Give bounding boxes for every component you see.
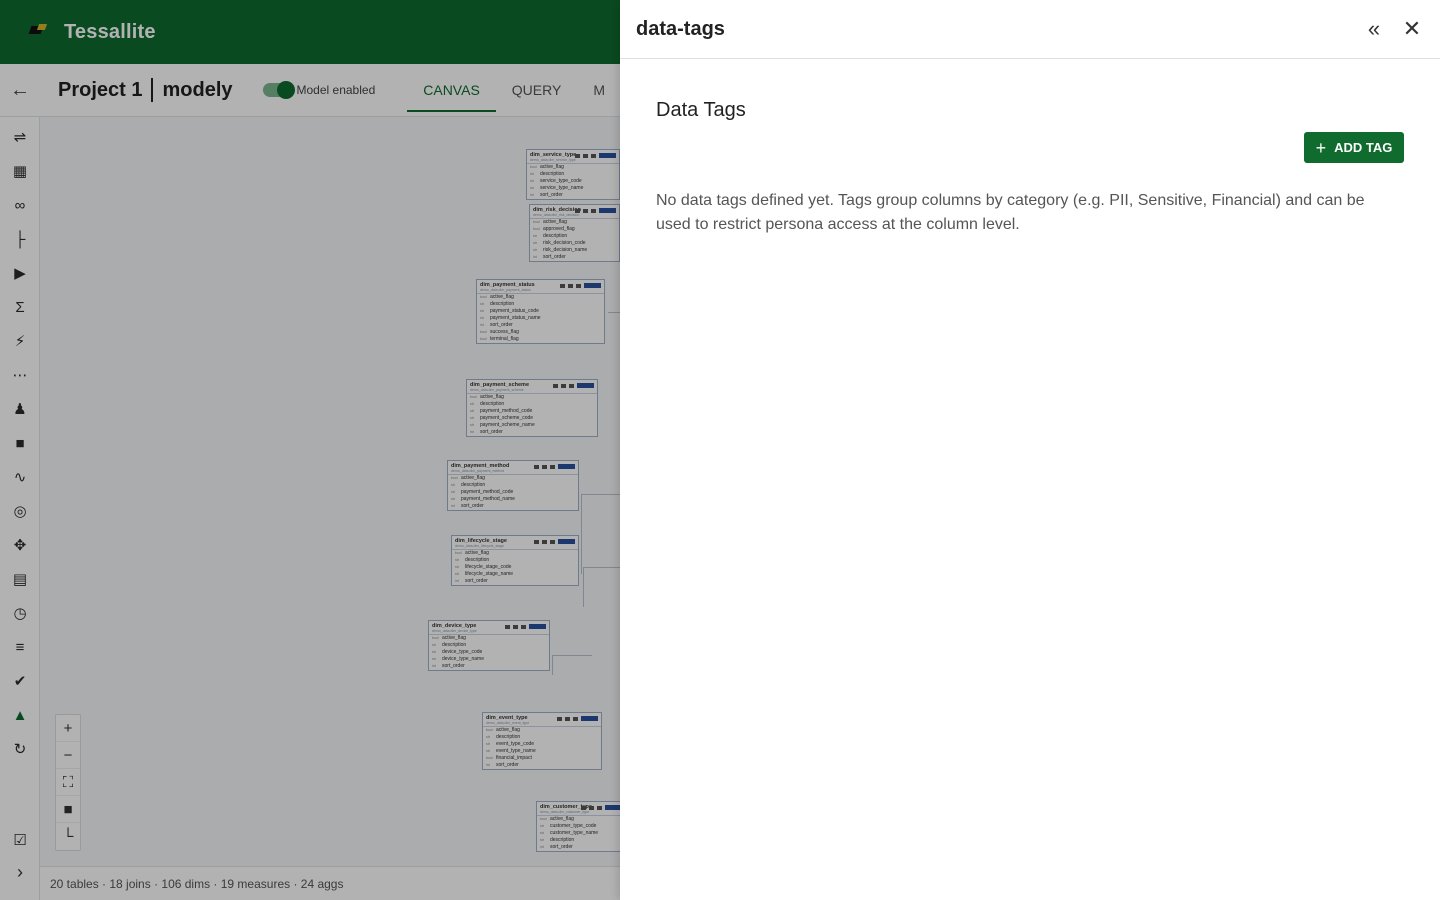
add-tag-label: ADD TAG	[1334, 140, 1393, 155]
data-tags-drawer: data-tags « ✕ Data Tags + ADD TAG No dat…	[620, 0, 1440, 900]
plus-icon: +	[1315, 137, 1327, 158]
drawer-body: Data Tags + ADD TAG No data tags defined…	[620, 59, 1440, 237]
empty-state-message: No data tags defined yet. Tags group col…	[656, 192, 1365, 233]
add-tag-button[interactable]: + ADD TAG	[1304, 132, 1404, 163]
drawer-title: data-tags	[636, 17, 725, 40]
section-title: Data Tags	[656, 99, 746, 121]
collapse-drawer-icon[interactable]: «	[1362, 16, 1386, 42]
drawer-actions: « ✕	[1362, 16, 1424, 42]
add-tag-row: + ADD TAG	[656, 132, 1404, 163]
close-icon[interactable]: ✕	[1400, 16, 1424, 42]
drawer-header: data-tags « ✕	[620, 0, 1440, 59]
